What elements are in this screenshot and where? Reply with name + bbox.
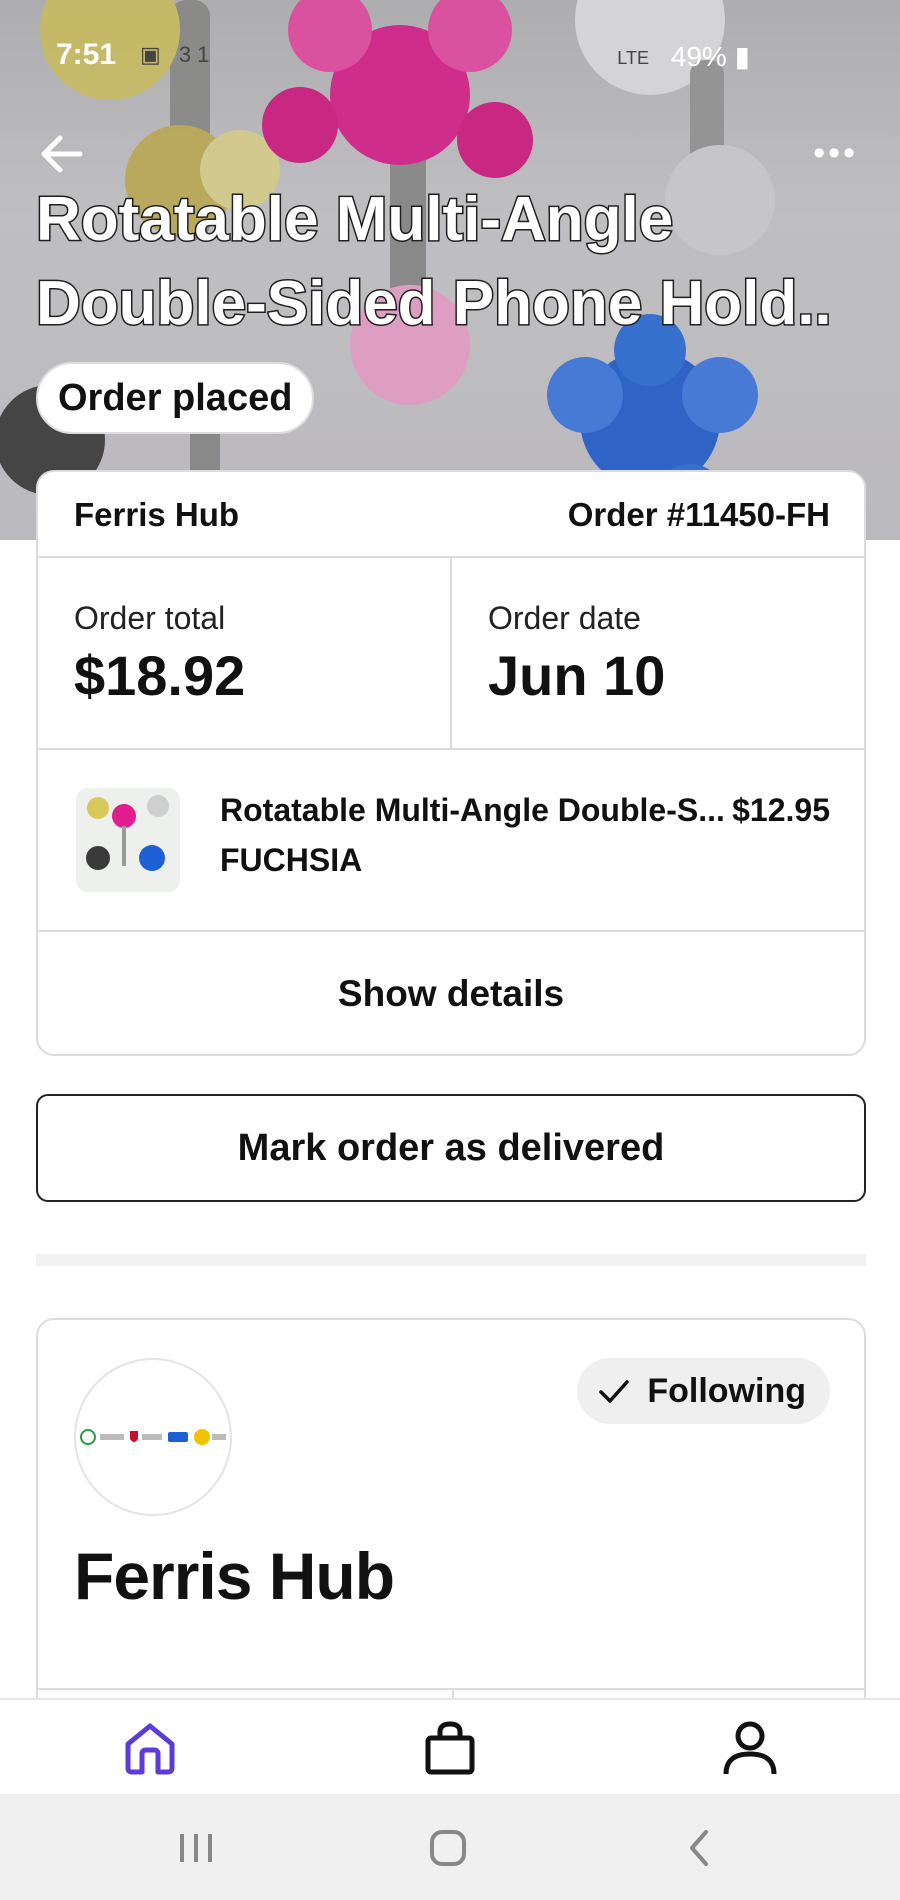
order-total-label: Order total xyxy=(74,600,226,636)
order-date-label: Order date xyxy=(488,600,641,636)
item-variant: FUCHSIA xyxy=(220,842,363,878)
battery-icon: ▮ xyxy=(734,41,750,72)
nav-profile[interactable] xyxy=(720,1718,780,1778)
recent-apps-icon xyxy=(180,1834,212,1862)
status-notification-icons: ▣ 31 xyxy=(140,42,216,67)
trust-badges-logo xyxy=(80,1429,226,1445)
chevron-left-icon xyxy=(690,1830,708,1866)
following-button[interactable]: Following xyxy=(577,1358,830,1424)
order-number: Order #11450-FH xyxy=(567,496,830,533)
status-bar: 7:51 ▣ 31 LTE 49% ▮ xyxy=(0,30,900,80)
battery-level: 49% xyxy=(670,41,727,72)
check-icon xyxy=(599,1380,630,1403)
network-icon: LTE xyxy=(617,48,649,69)
person-icon xyxy=(723,1721,777,1775)
item-title: Rotatable Multi-Angle Double-S... xyxy=(220,792,725,828)
nav-home[interactable] xyxy=(120,1718,180,1778)
back-button[interactable] xyxy=(36,128,88,180)
recent-apps-button[interactable] xyxy=(176,1828,216,1868)
home-icon xyxy=(125,1723,175,1775)
shop-title: Ferris Hub xyxy=(74,1539,395,1613)
show-details-button[interactable]: Show details xyxy=(38,932,864,1054)
home-system-button[interactable] xyxy=(428,1828,468,1868)
shopping-bag-icon xyxy=(425,1721,475,1775)
order-date-value: Jun 10 xyxy=(488,644,666,707)
order-total-cell: Order total $18.92 xyxy=(38,558,450,748)
product-hero: 7:51 ▣ 31 LTE 49% ▮ ••• Rotatable Multi-… xyxy=(0,0,900,540)
item-price: $12.95 xyxy=(732,792,830,828)
nav-orders[interactable] xyxy=(420,1718,480,1778)
order-item[interactable]: Rotatable Multi-Angle Double-S... $12.95… xyxy=(38,750,864,932)
product-title: Rotatable Multi-Angle Double-Sided Phone… xyxy=(36,178,876,346)
item-thumbnail xyxy=(76,788,180,892)
following-label: Following xyxy=(647,1371,806,1410)
section-divider xyxy=(36,1254,866,1266)
bottom-navigation xyxy=(0,1698,900,1794)
order-meta: Order total $18.92 Order date Jun 10 xyxy=(38,558,864,750)
back-system-button[interactable] xyxy=(680,1828,720,1868)
product-thumbnail-image xyxy=(86,795,169,871)
mark-delivered-button[interactable]: Mark order as delivered xyxy=(36,1094,866,1202)
more-options-button[interactable]: ••• xyxy=(813,136,858,170)
product-title-line1: Rotatable Multi-Angle xyxy=(36,184,675,256)
status-time: 7:51 xyxy=(56,38,117,71)
system-navigation-bar xyxy=(0,1794,900,1900)
order-card: Ferris Hub Order #11450-FH Order total $… xyxy=(36,470,866,1056)
order-total-value: $18.92 xyxy=(74,644,246,707)
order-status-badge: Order placed xyxy=(36,362,315,434)
order-card-header: Ferris Hub Order #11450-FH xyxy=(38,472,864,558)
product-title-line2: Double-Sided Phone Hold.. xyxy=(36,268,833,340)
order-date-cell: Order date Jun 10 xyxy=(450,558,864,748)
arrow-left-icon xyxy=(41,135,83,173)
status-right: LTE 49% ▮ xyxy=(617,40,750,73)
shop-name[interactable]: Ferris Hub xyxy=(74,496,239,534)
more-dots-icon: ••• xyxy=(813,134,858,172)
home-square-icon xyxy=(430,1830,466,1866)
shop-avatar[interactable] xyxy=(74,1358,232,1516)
